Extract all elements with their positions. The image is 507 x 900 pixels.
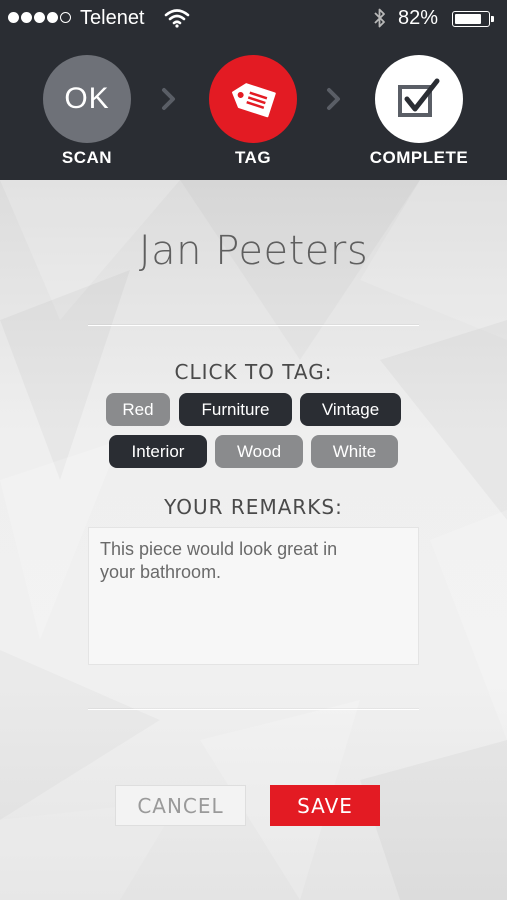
battery-fill <box>455 14 482 24</box>
ok-text: OK <box>64 82 110 115</box>
divider <box>88 325 419 326</box>
tag-form: Jan Peeters CLICK TO TAG: Red Furniture … <box>0 180 507 900</box>
checkbox-check-icon <box>398 78 440 117</box>
step-tag-circle[interactable] <box>209 55 297 143</box>
remarks-textarea[interactable]: This piece would look great in your bath… <box>88 527 419 665</box>
battery-nub <box>491 16 494 22</box>
signal-dot <box>34 12 45 23</box>
divider <box>88 709 419 710</box>
tag-chip-furniture[interactable]: Furniture <box>179 393 292 426</box>
step-scan-label: SCAN <box>61 148 113 167</box>
tag-chip-vintage[interactable]: Vintage <box>300 393 401 426</box>
battery-percent: 82% <box>398 7 439 29</box>
step-complete-circle[interactable] <box>375 55 463 143</box>
bluetooth-icon <box>372 7 388 35</box>
tag-chip-wood[interactable]: Wood <box>215 435 303 468</box>
person-name: Jan Peeters <box>138 228 369 274</box>
chevron-right-icon <box>162 88 175 110</box>
step-scan-circle[interactable]: OK <box>43 55 131 143</box>
tag-chip-red[interactable]: Red <box>106 393 170 426</box>
carrier-name: Telenet <box>80 7 145 29</box>
battery-icon <box>452 11 490 27</box>
tag-chip-white[interactable]: White <box>311 435 398 468</box>
tag-chip-interior[interactable]: Interior <box>109 435 207 468</box>
status-bar: Telenet 82% <box>0 0 507 37</box>
step-complete-label: COMPLETE <box>369 148 469 167</box>
signal-dot <box>8 12 19 23</box>
step-progress-header: OK SCAN TAG COMPLETE <box>0 37 507 180</box>
tag-icon <box>232 83 276 118</box>
wifi-icon <box>164 8 190 34</box>
cancel-button[interactable]: CANCEL <box>115 785 246 826</box>
signal-dot <box>47 12 58 23</box>
save-button[interactable]: SAVE <box>270 785 380 826</box>
chevron-right-icon <box>327 88 340 110</box>
step-tag-label: TAG <box>234 148 272 167</box>
remarks-heading: YOUR REMARKS: <box>164 495 343 519</box>
signal-dot <box>60 12 71 23</box>
tags-heading: CLICK TO TAG: <box>174 360 333 384</box>
signal-dot <box>21 12 32 23</box>
signal-strength-icon <box>8 12 71 23</box>
